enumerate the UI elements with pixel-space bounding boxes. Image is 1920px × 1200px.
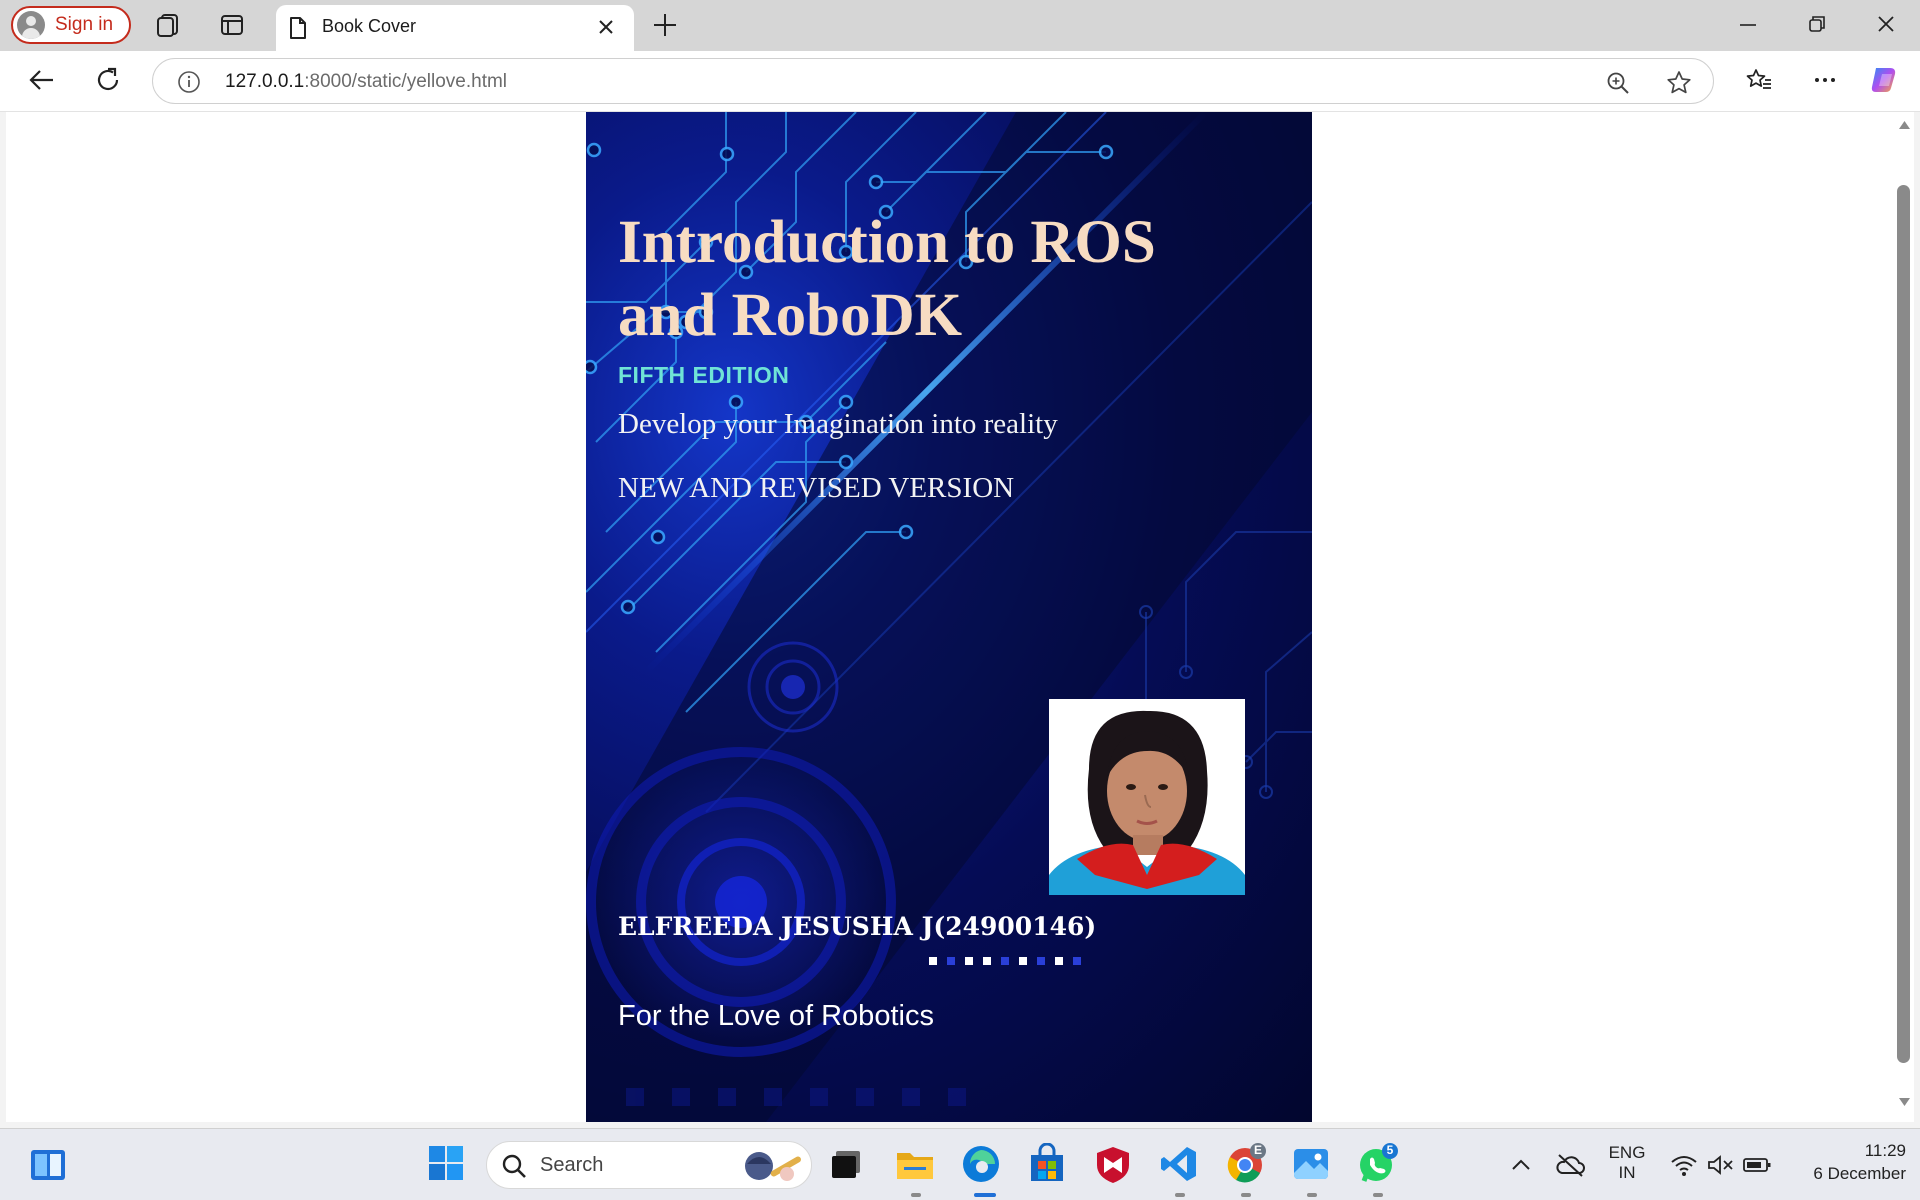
new-tab-icon[interactable] xyxy=(650,10,680,45)
running-indicator xyxy=(911,1193,921,1197)
volume-muted-icon[interactable] xyxy=(1706,1153,1734,1182)
tab-strip: Sign in Book Cover xyxy=(0,0,1920,51)
decorative-dot xyxy=(983,957,991,965)
clock-date: 6 December xyxy=(1813,1164,1906,1183)
copilot-icon[interactable] xyxy=(1868,62,1904,103)
language-code: ENG xyxy=(1608,1143,1646,1162)
search-icon xyxy=(501,1153,527,1184)
chevron-up-icon[interactable] xyxy=(1508,1153,1534,1182)
language-region: IN xyxy=(1618,1163,1636,1182)
minimize-icon[interactable] xyxy=(1736,12,1760,41)
taskbar: Search E 5 ENG IN 11:29 6 December xyxy=(0,1128,1920,1200)
onedrive-offline-icon[interactable] xyxy=(1554,1151,1586,1184)
chrome-profile-badge: E xyxy=(1253,1143,1262,1157)
running-indicator xyxy=(1241,1193,1251,1197)
favorites-icon[interactable] xyxy=(1744,65,1774,100)
chrome-icon[interactable]: E xyxy=(1224,1143,1266,1185)
photos-icon[interactable] xyxy=(1290,1143,1332,1185)
workspaces-icon[interactable] xyxy=(153,9,185,41)
clock-time: 11:29 xyxy=(1864,1141,1906,1160)
scrollbar-thumb[interactable] xyxy=(1897,185,1910,1063)
start-windows-icon[interactable] xyxy=(426,1143,468,1185)
page-icon xyxy=(286,15,310,46)
decorative-dot xyxy=(1073,957,1081,965)
close-tab-icon[interactable] xyxy=(596,17,616,42)
wifi-icon[interactable] xyxy=(1670,1153,1698,1182)
running-indicator xyxy=(1373,1193,1383,1197)
sign-in-button[interactable]: Sign in xyxy=(11,6,131,44)
decorative-dot xyxy=(947,957,955,965)
browser-toolbar: 127.0.0.1:8000/static/yellove.html xyxy=(0,51,1920,112)
decorative-dot xyxy=(965,957,973,965)
search-placeholder: Search xyxy=(540,1154,604,1176)
decorative-dot xyxy=(1055,957,1063,965)
version-label: NEW AND REVISED VERSION xyxy=(618,472,1015,504)
address-bar[interactable]: 127.0.0.1:8000/static/yellove.html xyxy=(152,58,1714,104)
widgets-icon[interactable] xyxy=(28,1145,70,1187)
tab-title: Book Cover xyxy=(322,16,417,36)
edge-browser-icon[interactable] xyxy=(960,1143,1002,1185)
restore-icon[interactable] xyxy=(1805,12,1829,41)
profile-avatar-icon xyxy=(17,11,45,39)
site-info-icon[interactable] xyxy=(177,70,201,99)
whatsapp-icon[interactable]: 5 xyxy=(1356,1143,1398,1185)
favorite-star-icon[interactable] xyxy=(1665,69,1693,102)
whatsapp-badge: 5 xyxy=(1386,1143,1394,1157)
url-text: 127.0.0.1:8000/static/yellove.html xyxy=(225,71,507,93)
cover-footer: For the Love of Robotics xyxy=(618,1000,934,1032)
search-highlight-icon xyxy=(739,1146,805,1191)
battery-icon[interactable] xyxy=(1742,1153,1772,1182)
running-indicator xyxy=(1175,1193,1185,1197)
scroll-up-icon[interactable] xyxy=(1898,120,1911,130)
file-explorer-icon[interactable] xyxy=(894,1143,936,1185)
language-indicator[interactable]: ENG IN xyxy=(1603,1143,1651,1183)
running-indicator xyxy=(1307,1193,1317,1197)
book-title: Introduction to ROS and RoboDK xyxy=(618,209,1156,349)
active-indicator xyxy=(974,1193,996,1197)
decorative-dot xyxy=(1019,957,1027,965)
clock[interactable]: 11:29 6 December xyxy=(1788,1141,1906,1184)
book-cover: Introduction to ROS and RoboDK FIFTH EDI… xyxy=(586,112,1312,1122)
tagline: Develop your Imagination into reality xyxy=(618,408,1058,440)
close-window-icon[interactable] xyxy=(1874,12,1898,41)
decorative-dot xyxy=(1037,957,1045,965)
back-arrow-icon[interactable] xyxy=(27,65,57,100)
url-host: 127.0.0.1 xyxy=(225,71,305,92)
decorative-dot xyxy=(929,957,937,965)
zoom-icon[interactable] xyxy=(1605,70,1631,101)
taskbar-search[interactable]: Search xyxy=(486,1141,812,1189)
microsoft-store-icon[interactable] xyxy=(1026,1142,1068,1185)
url-path: :8000/static/yellove.html xyxy=(304,71,508,92)
author-photo xyxy=(1049,699,1245,895)
more-options-icon[interactable] xyxy=(1810,65,1840,100)
decorative-dots xyxy=(929,957,1081,965)
task-view-icon[interactable] xyxy=(826,1143,868,1185)
mcafee-icon[interactable] xyxy=(1092,1143,1134,1185)
vertical-tabs-icon[interactable] xyxy=(216,9,248,41)
scroll-down-icon[interactable] xyxy=(1898,1097,1911,1107)
vscode-icon[interactable] xyxy=(1158,1143,1200,1185)
author-name: ELFREEDA JESUSHA J(24900146) xyxy=(618,912,1097,941)
tab-book-cover[interactable]: Book Cover xyxy=(276,5,634,51)
edition-label: FIFTH EDITION xyxy=(618,362,790,388)
sign-in-label: Sign in xyxy=(55,14,114,35)
decorative-dot xyxy=(1001,957,1009,965)
refresh-icon[interactable] xyxy=(93,65,123,100)
